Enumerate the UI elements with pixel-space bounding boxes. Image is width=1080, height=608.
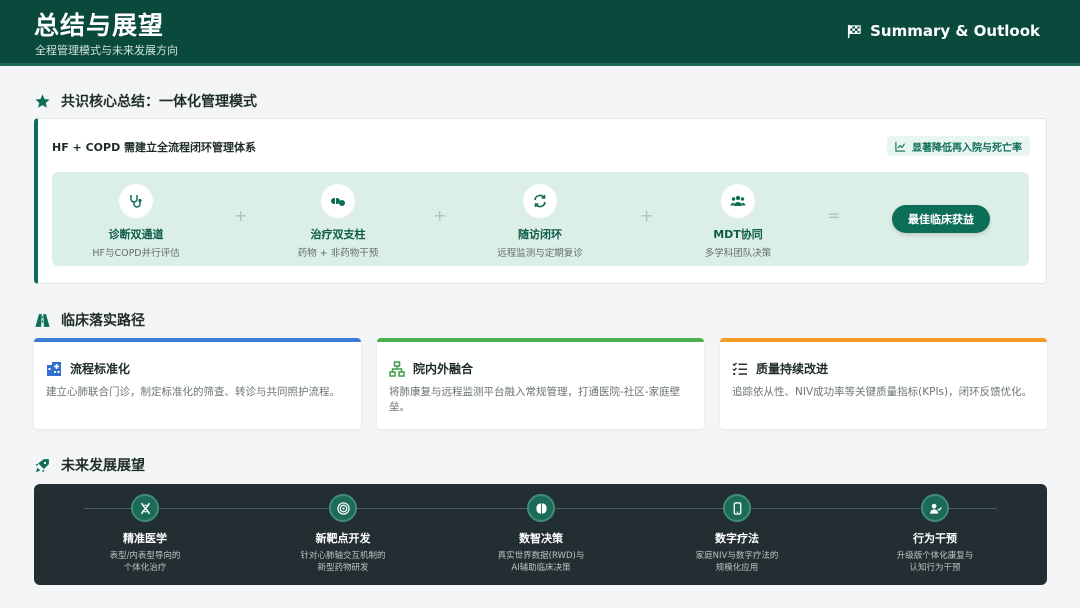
equals-operator: = (827, 206, 841, 225)
outlook-icon-circle (921, 494, 949, 522)
target-icon (336, 501, 350, 515)
outlook-icon-circle (131, 494, 159, 522)
step-icon-circle (321, 184, 355, 218)
flow-step-sub: 多学科团队决策 (704, 248, 772, 259)
path-card-desc: 追踪依从性、NIV成功率等关键质量指标(KPIs)，闭环反馈优化。 (732, 386, 1033, 398)
flow-step: MDT协同 多学科团队决策 (658, 184, 818, 259)
page-subtitle: 全程管理模式与未来发展方向 (35, 44, 178, 57)
management-flow: 诊断双通道 HF与COPD并行评估 + 治疗双支柱 药物 + 非药物干预 + 随… (52, 172, 1029, 266)
header-badge: Summary & Outlook (847, 22, 1040, 40)
flow-step-label: 随访闭环 (518, 228, 562, 241)
summary-heading: HF + COPD 需建立全流程闭环管理体系 (52, 141, 257, 154)
flow-step-label: 诊断双通道 (108, 228, 164, 241)
path-card-title: 院内外融合 (413, 362, 474, 376)
star-icon (35, 93, 50, 108)
path-card-desc: 建立心肺联合门诊，制定标准化的筛查、转诊与共同照护流程。 (46, 386, 340, 398)
path-card-desc: 将肺康复与远程监测平台融入常规管理，打通医院-社区-家庭壁垒。 (389, 386, 681, 413)
outlook-item-label: 数智决策 (519, 532, 563, 545)
phone-icon (733, 501, 741, 515)
flow-step-label: 治疗双支柱 (310, 228, 366, 241)
page-title: 总结与展望 (34, 11, 165, 40)
outlook-item-desc: 家庭NIV与数字疗法的 规模化应用 (695, 551, 779, 573)
outlook-item-desc: 表型/内表型导向的 个体化治疗 (109, 551, 181, 573)
outlook-item-desc: 升级版个体化康复与 认知行为干预 (896, 551, 974, 573)
flow-step-sub: HF与COPD并行评估 (92, 248, 180, 259)
hospital-icon (47, 361, 61, 376)
outlook-icon-circle (527, 494, 555, 522)
outlook-item: 精准医学 表型/内表型导向的 个体化治疗 (65, 494, 225, 574)
rocket-icon (35, 458, 49, 473)
flow-step-label: MDT协同 (713, 228, 763, 241)
user-check-icon (929, 503, 942, 514)
chart-line-icon (895, 141, 906, 152)
flow-step: 诊断双通道 HF与COPD并行评估 (56, 184, 216, 259)
section-title-text: 未来发展展望 (61, 458, 145, 474)
stethoscope-icon (130, 195, 142, 208)
plus-operator: + (234, 206, 248, 225)
outlook-item-label: 数字疗法 (715, 532, 759, 545)
step-icon-circle (721, 184, 755, 218)
outlook-item: 新靶点开发 针对心肺轴交互机制的 新型药物研发 (263, 494, 423, 574)
path-card-header: 院内外融合 (389, 360, 473, 377)
path-card-header: 流程标准化 (46, 360, 130, 377)
flow-step-sub: 远程监测与定期复诊 (497, 248, 583, 259)
team-icon (730, 195, 746, 206)
flag-checkered-icon (848, 24, 861, 38)
section-title-summary: 共识核心总结：一体化管理模式 (34, 91, 257, 111)
outlook-item: 数智决策 真实世界数据(RWD)与 AI辅助临床决策 (461, 494, 621, 574)
outlook-panel: 精准医学 表型/内表型导向的 个体化治疗 新靶点开发 针对心肺轴交互机制的 新型药物… (34, 484, 1047, 585)
section-title-text: 共识核心总结：一体化管理模式 (61, 94, 257, 110)
header-bar: 总结与展望 全程管理模式与未来发展方向 Summary & Outlook (0, 0, 1080, 66)
outlook-icon-circle (329, 494, 357, 522)
outlook-item-label: 行为干预 (913, 532, 957, 545)
plus-operator: + (433, 206, 447, 225)
path-card-title: 质量持续改进 (756, 362, 829, 376)
outlook-icon-circle (723, 494, 751, 522)
path-card: 流程标准化 建立心肺联合门诊，制定标准化的筛查、转诊与共同照护流程。 (34, 338, 361, 429)
path-card-title: 流程标准化 (70, 362, 131, 376)
dna-icon (140, 502, 150, 514)
network-icon (389, 360, 405, 377)
header-badge-text: Summary & Outlook (870, 22, 1040, 40)
flow-step-sub: 药物 + 非药物干预 (297, 248, 379, 259)
summary-card: HF + COPD 需建立全流程闭环管理体系 显著降低再入院与死亡率 诊断双通道… (34, 118, 1047, 284)
outlook-item: 行为干预 升级版个体化康复与 认知行为干预 (855, 494, 1015, 574)
sync-icon (534, 194, 546, 208)
plus-operator: + (640, 206, 654, 225)
outlook-item-desc: 针对心肺轴交互机制的 新型药物研发 (300, 551, 386, 573)
result-pill: 最佳临床获益 (892, 205, 990, 233)
path-card: 质量持续改进 追踪依从性、NIV成功率等关键质量指标(KPIs)，闭环反馈优化。 (720, 338, 1047, 429)
step-icon-circle (119, 184, 153, 218)
flow-step: 治疗双支柱 药物 + 非药物干预 (258, 184, 418, 259)
outlook-item-label: 精准医学 (123, 532, 167, 545)
outcome-tag: 显著降低再入院与死亡率 (887, 136, 1030, 156)
road-icon (35, 313, 50, 327)
outcome-tag-text: 显著降低再入院与死亡率 (912, 142, 1022, 154)
path-card-header: 质量持续改进 (732, 360, 828, 377)
pills-icon (331, 198, 345, 206)
section-title-text: 临床落实路径 (61, 313, 145, 329)
checklist-icon (732, 362, 747, 375)
flow-step: 随访闭环 远程监测与定期复诊 (460, 184, 620, 259)
section-title-path: 临床落实路径 (34, 310, 145, 330)
brain-icon (535, 502, 547, 514)
path-card: 院内外融合 将肺康复与远程监测平台融入常规管理，打通医院-社区-家庭壁垒。 (377, 338, 704, 429)
outlook-item-label: 新靶点开发 (315, 532, 371, 545)
step-icon-circle (523, 184, 557, 218)
outlook-item: 数字疗法 家庭NIV与数字疗法的 规模化应用 (657, 494, 817, 574)
section-title-outlook: 未来发展展望 (34, 455, 145, 475)
outlook-item-desc: 真实世界数据(RWD)与 AI辅助临床决策 (497, 551, 585, 573)
